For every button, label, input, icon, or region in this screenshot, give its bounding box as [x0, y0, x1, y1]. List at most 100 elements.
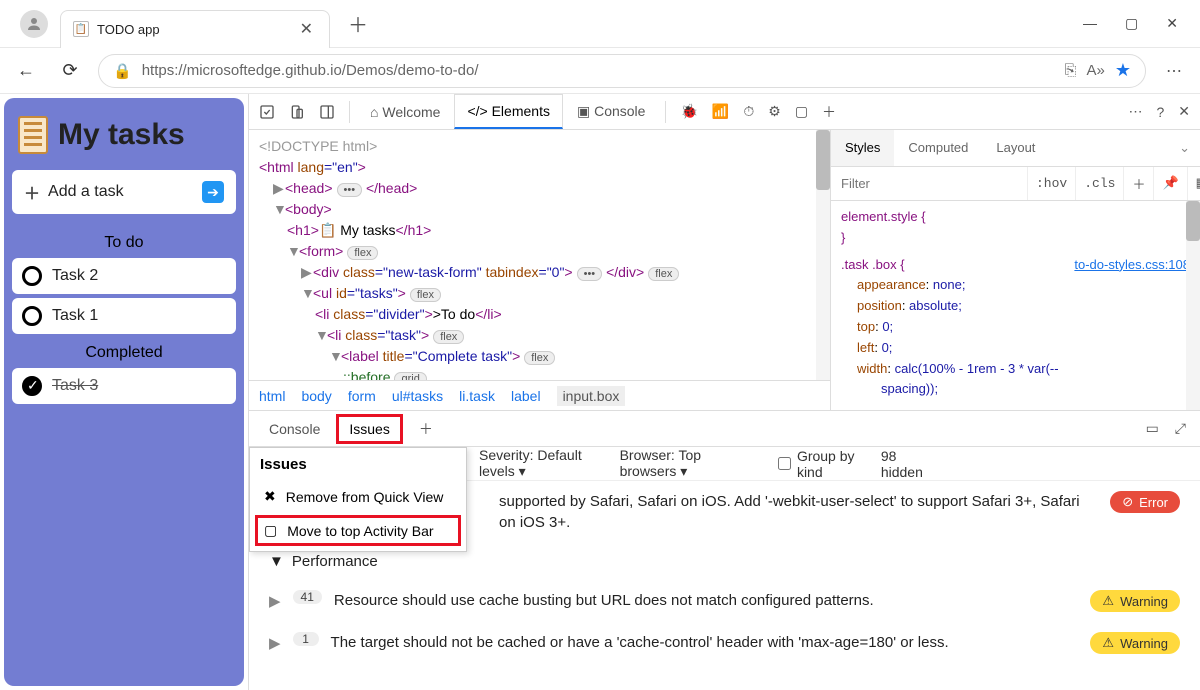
tab-welcome[interactable]: ⌂ Welcome [358, 96, 452, 128]
group-by-kind-checkbox[interactable]: Group by kind [778, 448, 863, 480]
issue-message: The target should not be cached or have … [331, 632, 1079, 653]
app-icon[interactable]: ▢ [789, 99, 814, 124]
add-task-input[interactable]: ＋ Add a task ➔ [12, 170, 236, 214]
browser-tab[interactable]: 📋 TODO app ✕ [60, 10, 330, 48]
issue-message: supported by Safari, Safari on iOS. Add … [499, 491, 1098, 533]
crumb[interactable]: body [301, 388, 331, 404]
drawer-tabs: Console Issues ＋ ▭ ⤢ [249, 411, 1200, 447]
scrollbar-thumb[interactable] [816, 130, 830, 190]
css-rules[interactable]: element.style { } .task .box {to-do-styl… [831, 201, 1200, 410]
styles-tabs: Styles Computed Layout ⌄ [831, 130, 1200, 167]
crumb[interactable]: label [511, 388, 541, 404]
tab-layout[interactable]: Layout [982, 130, 1049, 166]
help-button[interactable]: ? [1150, 100, 1170, 124]
task-item-done[interactable]: Task 3 [12, 368, 236, 404]
read-aloud-icon[interactable]: A» [1087, 62, 1105, 79]
dom-breadcrumb[interactable]: html body form ul#tasks li.task label in… [249, 380, 830, 410]
performance-icon[interactable]: ⏱ [737, 99, 760, 124]
drawer-dock-icon[interactable]: ▭ [1140, 416, 1165, 441]
severity-label: Severity: Default levels ▾ [479, 447, 602, 480]
issue-count: 1 [293, 632, 319, 646]
network-icon[interactable]: 📶 [706, 99, 735, 124]
drawer: Console Issues ＋ ▭ ⤢ Issues ✖ Remove fro… [249, 410, 1200, 690]
crumb[interactable]: ul#tasks [392, 388, 443, 404]
styles-filter-input[interactable] [831, 176, 1027, 191]
bug-icon[interactable]: 🐞 [674, 99, 703, 124]
app-icon[interactable]: ⎘ [1064, 62, 1076, 79]
todo-app: My tasks ＋ Add a task ➔ To do Task 2 Tas… [4, 98, 244, 686]
warning-badge: ⚠ Warning [1090, 590, 1180, 612]
crumb[interactable]: li.task [459, 388, 495, 404]
close-window-button[interactable]: ✕ [1166, 15, 1178, 32]
completed-header: Completed [12, 338, 236, 368]
tab-computed[interactable]: Computed [894, 130, 982, 166]
tab-title: TODO app [97, 22, 296, 37]
checkbox-icon[interactable] [22, 266, 42, 286]
drawer-add-tab[interactable]: ＋ [407, 413, 445, 445]
address-bar: ← ⟳ 🔒 https://microsoftedge.github.io/De… [0, 48, 1200, 94]
dock-button[interactable] [313, 100, 341, 124]
back-button[interactable]: ← [10, 55, 42, 87]
close-devtools-button[interactable]: ✕ [1172, 99, 1196, 124]
tab-styles[interactable]: Styles [831, 130, 894, 166]
lock-icon: 🔒 [113, 62, 132, 80]
chevron-down-icon[interactable]: ⌄ [1169, 130, 1200, 166]
task-item[interactable]: Task 1 [12, 298, 236, 334]
minimize-button[interactable]: — [1083, 15, 1097, 32]
browser-tab-strip: 📋 TODO app ✕ ＋ — ▢ ✕ [0, 0, 1200, 48]
scrollbar-thumb[interactable] [1186, 201, 1200, 241]
devtools-toolbar: ⌂ Welcome </> Elements ▣ Console 🐞 📶 ⏱ ⚙… [249, 94, 1200, 130]
issue-count: 41 [293, 590, 322, 604]
issue-message: Resource should use cache busting but UR… [334, 590, 1079, 611]
plus-icon: ＋ [24, 180, 40, 204]
checkbox-checked-icon[interactable] [22, 376, 42, 396]
drawer-tab-console[interactable]: Console [257, 415, 332, 443]
hov-button[interactable]: :hov [1027, 167, 1075, 200]
profile-avatar[interactable] [20, 10, 48, 38]
context-menu: Issues ✖ Remove from Quick View ▢ Move t… [249, 447, 467, 552]
more-button[interactable]: ⋯ [1166, 61, 1182, 81]
close-tab-button[interactable]: ✕ [296, 19, 317, 39]
url-text: https://microsoftedge.github.io/Demos/de… [142, 62, 1055, 79]
maximize-button[interactable]: ▢ [1125, 15, 1138, 32]
dom-tree[interactable]: <!DOCTYPE html> <html lang="en"> ▶<head>… [249, 130, 830, 380]
computed-toggle-icon[interactable]: ▦ [1187, 167, 1200, 200]
memory-icon[interactable]: ⚙ [762, 99, 787, 124]
favorite-icon[interactable]: ★ [1115, 60, 1131, 81]
tab-elements[interactable]: </> Elements [454, 94, 563, 129]
device-button[interactable] [283, 100, 311, 124]
crumb-selected[interactable]: input.box [557, 386, 626, 406]
todo-header: To do [12, 228, 236, 258]
window-icon: ▢ [264, 522, 277, 539]
checkbox-icon[interactable] [22, 306, 42, 326]
cls-button[interactable]: .cls [1075, 167, 1123, 200]
crumb[interactable]: html [259, 388, 285, 404]
new-tab-button[interactable]: ＋ [340, 5, 376, 42]
task-item[interactable]: Task 2 [12, 258, 236, 294]
drawer-expand-icon[interactable]: ⤢ [1169, 416, 1192, 441]
pin-icon[interactable]: 📌 [1153, 167, 1186, 200]
context-menu-remove[interactable]: ✖ Remove from Quick View [250, 481, 466, 512]
clipboard-icon [18, 116, 48, 154]
error-badge: ⊘ Error [1110, 491, 1180, 513]
devtools: ⌂ Welcome </> Elements ▣ Console 🐞 📶 ⏱ ⚙… [248, 94, 1200, 690]
source-link[interactable]: to-do-styles.css:108 [1074, 255, 1190, 276]
context-menu-title: Issues [250, 448, 466, 481]
styles-filter-bar: :hov .cls ＋ 📌 ▦ [831, 167, 1200, 201]
inspect-button[interactable] [253, 100, 281, 124]
context-menu-move-top[interactable]: ▢ Move to top Activity Bar [256, 516, 460, 545]
more-tools-button[interactable]: ⋯ [1122, 99, 1148, 124]
issue-row[interactable]: ▶ 1 The target should not be cached or h… [249, 622, 1200, 664]
issue-row[interactable]: ▶ 41 Resource should use cache busting b… [249, 580, 1200, 622]
crumb[interactable]: form [348, 388, 376, 404]
hidden-count[interactable]: 98 hidden [881, 448, 930, 480]
task-label: Task 1 [52, 307, 98, 325]
app-header: My tasks [12, 110, 236, 170]
tab-console[interactable]: ▣ Console [565, 95, 658, 128]
refresh-button[interactable]: ⟳ [54, 55, 86, 87]
drawer-tab-issues[interactable]: Issues [336, 414, 402, 444]
submit-icon[interactable]: ➔ [202, 181, 224, 203]
new-rule-button[interactable]: ＋ [1123, 167, 1153, 200]
add-tab-button[interactable]: ＋ [816, 98, 842, 126]
url-field[interactable]: 🔒 https://microsoftedge.github.io/Demos/… [98, 54, 1146, 88]
